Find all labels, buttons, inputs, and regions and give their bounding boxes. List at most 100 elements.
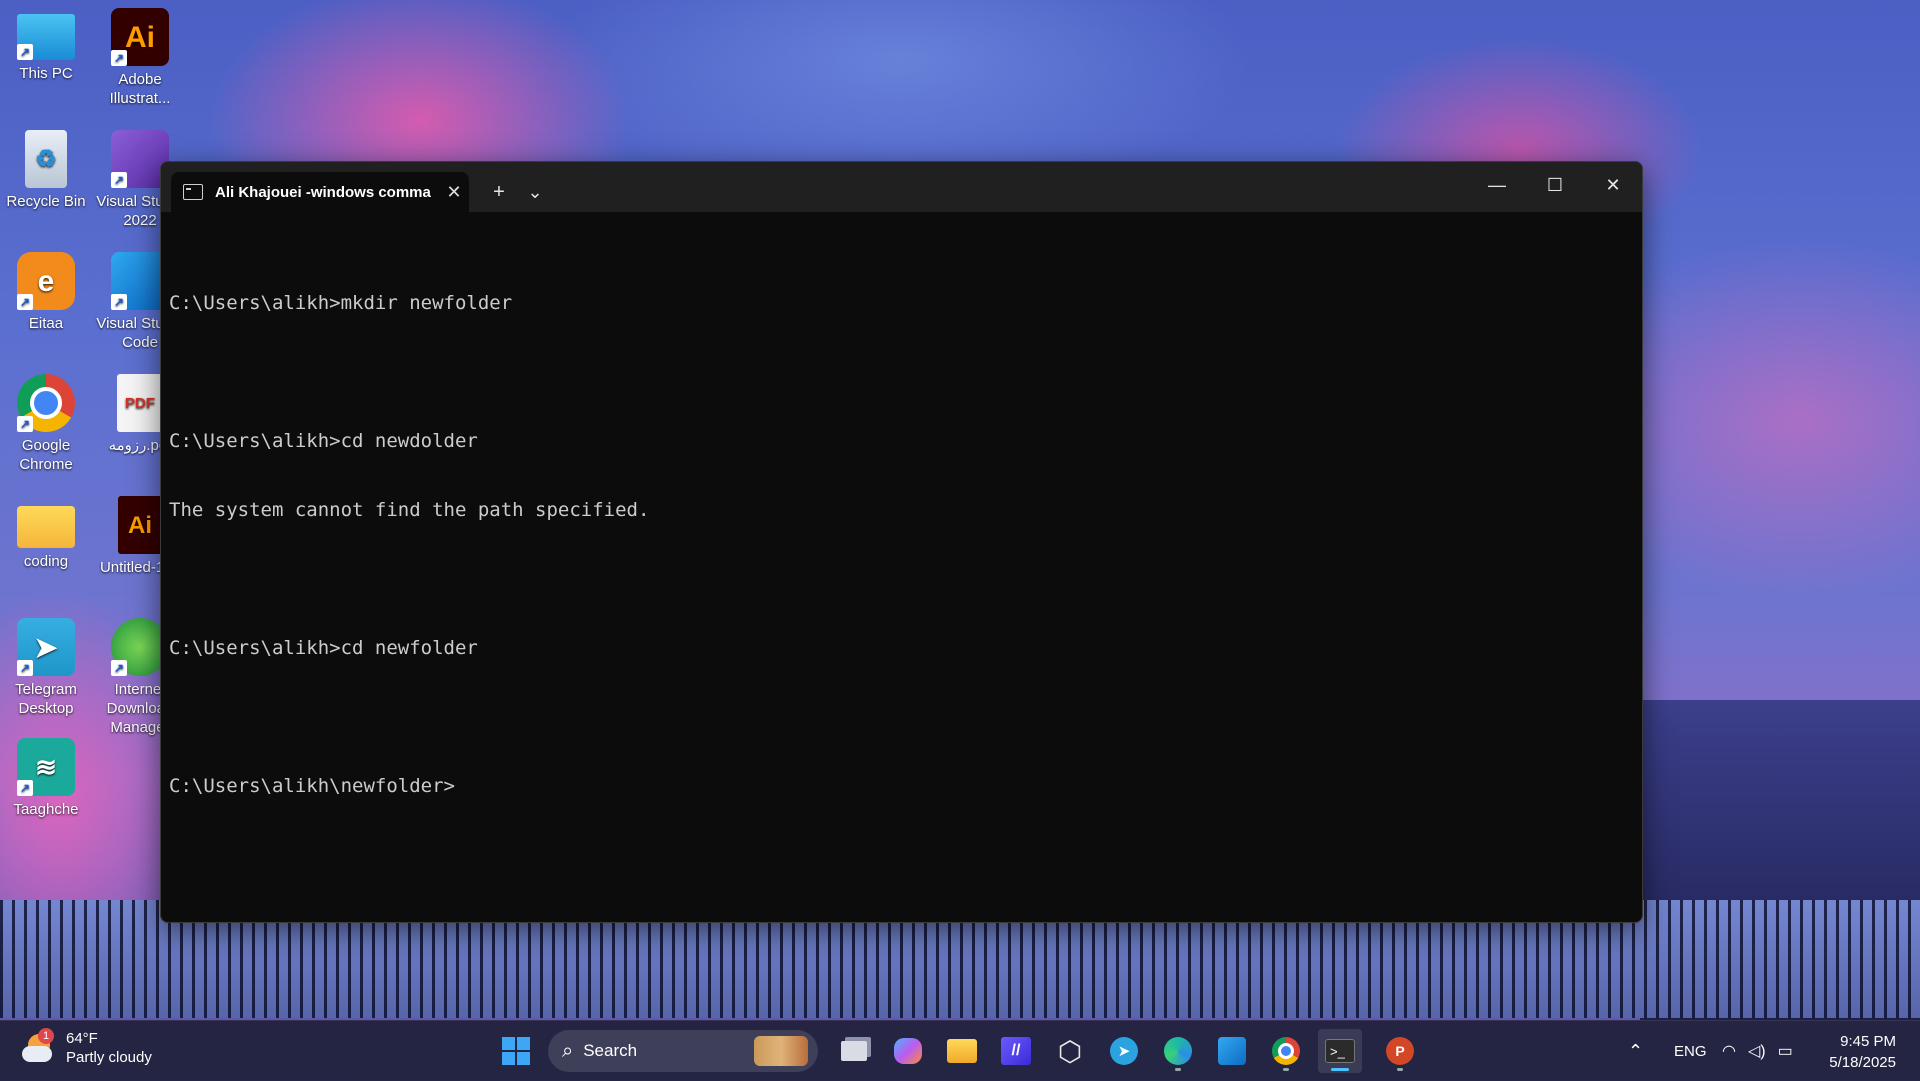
shortcut-arrow-icon: ↗ <box>111 50 127 66</box>
powerpoint-button[interactable]: P <box>1378 1029 1422 1073</box>
tab-dropdown-button[interactable]: ⌄ <box>519 172 551 212</box>
running-indicator <box>1397 1068 1403 1071</box>
desktop-icon-recycle-bin[interactable]: ♻ Recycle Bin <box>0 130 92 211</box>
weather-temp: 64°F <box>66 1030 98 1047</box>
desktop-icon-label: Adobe Illustrat... <box>109 71 171 107</box>
this-pc-icon: ↗ <box>17 14 75 60</box>
wifi-icon: ◠ <box>1722 1043 1736 1060</box>
partly-cloudy-icon: 1 <box>22 1028 58 1066</box>
pdf-glyph: PDF <box>125 394 155 412</box>
new-tab-button[interactable]: + <box>481 172 517 212</box>
shortcut-arrow-icon: ↗ <box>111 660 127 676</box>
edge-icon <box>1164 1037 1192 1065</box>
chrome-taskbar-button[interactable] <box>1264 1029 1308 1073</box>
show-hidden-icons-button[interactable]: ⌃ <box>1628 1021 1643 1081</box>
tab-title: Ali Khajouei -windows comma <box>215 183 431 201</box>
desktop-icon-coding-folder[interactable]: coding <box>0 496 92 571</box>
terminal-titlebar[interactable]: Ali Khajouei -windows comma ✕ + ⌄ — ☐ ✕ <box>161 162 1642 212</box>
eitaa-icon: e ↗ <box>17 252 75 310</box>
ai-file-icon: Ai <box>118 496 162 554</box>
telegram-icon: ➤ ↗ <box>17 618 75 676</box>
vs-taskbar-icon: // <box>1001 1037 1031 1065</box>
desktop-icon-label: coding <box>23 553 69 570</box>
vscode-taskbar-icon <box>1218 1037 1246 1065</box>
copilot-icon <box>894 1038 922 1064</box>
start-button[interactable] <box>494 1029 538 1073</box>
active-indicator <box>1331 1068 1349 1071</box>
search-icon: ⌕ <box>562 1039 574 1062</box>
telegram-taskbar-button[interactable]: ➤ <box>1102 1029 1146 1073</box>
cmd-icon <box>183 184 203 200</box>
weather-badge: 1 <box>38 1028 54 1044</box>
clock-date: 5/18/2025 <box>1829 1054 1896 1071</box>
terminal-taskbar-icon: >_ <box>1325 1039 1355 1063</box>
taskbar-search[interactable]: ⌕ Search <box>548 1030 818 1072</box>
shortcut-arrow-icon: ↗ <box>111 172 127 188</box>
vscode-taskbar-button[interactable] <box>1210 1029 1254 1073</box>
copilot-button[interactable] <box>886 1029 930 1073</box>
weather-widget[interactable]: 1 64°F Partly cloudy <box>22 1028 152 1067</box>
desktop-icon-taaghche[interactable]: ≋ ↗ Taaghche <box>0 738 92 819</box>
desktop-icon-this-pc[interactable]: ↗ This PC <box>0 8 92 83</box>
clock[interactable]: 9:45 PM 5/18/2025 <box>1829 1031 1896 1073</box>
close-window-button[interactable]: ✕ <box>1584 162 1642 208</box>
shortcut-arrow-icon: ↗ <box>17 660 33 676</box>
shortcut-arrow-icon: ↗ <box>17 416 33 432</box>
running-indicator <box>1283 1068 1289 1071</box>
task-view-button[interactable] <box>832 1029 876 1073</box>
windows-logo-icon <box>502 1037 530 1065</box>
weather-description: Partly cloudy <box>66 1049 152 1066</box>
minimize-button[interactable]: — <box>1468 162 1526 208</box>
powerpoint-icon: P <box>1386 1037 1414 1065</box>
illustrator-glyph: Ai <box>125 20 155 54</box>
language-label: ENG <box>1674 1042 1707 1060</box>
desktop-icon-illustrator[interactable]: Ai ↗ Adobe Illustrat... <box>94 8 186 108</box>
terminal-taskbar-button[interactable]: >_ <box>1318 1029 1362 1073</box>
file-explorer-button[interactable] <box>940 1029 984 1073</box>
language-indicator[interactable]: ENG <box>1674 1021 1707 1081</box>
desktop-icon-label: Recycle Bin <box>6 193 86 210</box>
terminal-tab[interactable]: Ali Khajouei -windows comma ✕ <box>171 172 469 212</box>
clock-time: 9:45 PM <box>1840 1033 1896 1050</box>
tab-close-button[interactable]: ✕ <box>439 182 469 203</box>
shortcut-arrow-icon: ↗ <box>17 294 33 310</box>
pdf-icon: PDF <box>117 374 163 432</box>
running-indicator <box>1175 1068 1181 1071</box>
shortcut-arrow-icon: ↗ <box>17 780 33 796</box>
shortcut-arrow-icon: ↗ <box>17 44 33 60</box>
console-prompt[interactable]: C:\Users\alikh\newfolder> <box>169 775 1642 798</box>
recycle-bin-icon: ♻ <box>25 130 67 188</box>
volume-icon: ◁) <box>1747 1043 1766 1060</box>
folder-icon <box>17 506 75 548</box>
edge-button[interactable] <box>1156 1029 1200 1073</box>
visual-studio-taskbar-button[interactable]: // <box>994 1029 1038 1073</box>
desktop-icon-label: Telegram Desktop <box>15 681 77 717</box>
chrome-icon: ↗ <box>17 374 75 432</box>
task-view-icon <box>841 1041 867 1061</box>
search-placeholder: Search <box>583 1041 638 1060</box>
unity-button[interactable]: ⬡ <box>1048 1029 1092 1073</box>
unity-icon: ⬡ <box>1057 1035 1083 1067</box>
desktop-icon-telegram[interactable]: ➤ ↗ Telegram Desktop <box>0 618 92 718</box>
desktop-icon-label: Taaghche <box>13 801 79 818</box>
terminal-window[interactable]: Ali Khajouei -windows comma ✕ + ⌄ — ☐ ✕ … <box>160 161 1643 923</box>
ai-file-glyph: Ai <box>128 511 152 539</box>
chrome-taskbar-icon <box>1272 1037 1300 1065</box>
maximize-button[interactable]: ☐ <box>1526 162 1584 208</box>
quick-settings[interactable]: ◠ ◁) ▭ <box>1722 1021 1793 1081</box>
desktop-icon-label: Google Chrome <box>19 437 73 473</box>
console-line: C:\Users\alikh>mkdir newfolder <box>169 292 513 314</box>
taaghche-icon: ≋ ↗ <box>17 738 75 796</box>
desktop-icon-chrome[interactable]: ↗ Google Chrome <box>0 374 92 474</box>
desktop-icon-eitaa[interactable]: e ↗ Eitaa <box>0 252 92 333</box>
desktop-icon-label: Eitaa <box>28 315 64 332</box>
taskbar: 1 64°F Partly cloudy ⌕ Search // ⬡ ➤ >_ … <box>0 1020 1920 1081</box>
telegram-taskbar-icon: ➤ <box>1110 1037 1138 1065</box>
terminal-output[interactable]: C:\Users\alikh>mkdir newfolder C:\Users\… <box>169 246 1642 844</box>
illustrator-icon: Ai ↗ <box>111 8 169 66</box>
chevron-up-icon: ⌃ <box>1628 1040 1644 1061</box>
console-line: C:\Users\alikh>cd newfolder <box>169 637 478 659</box>
